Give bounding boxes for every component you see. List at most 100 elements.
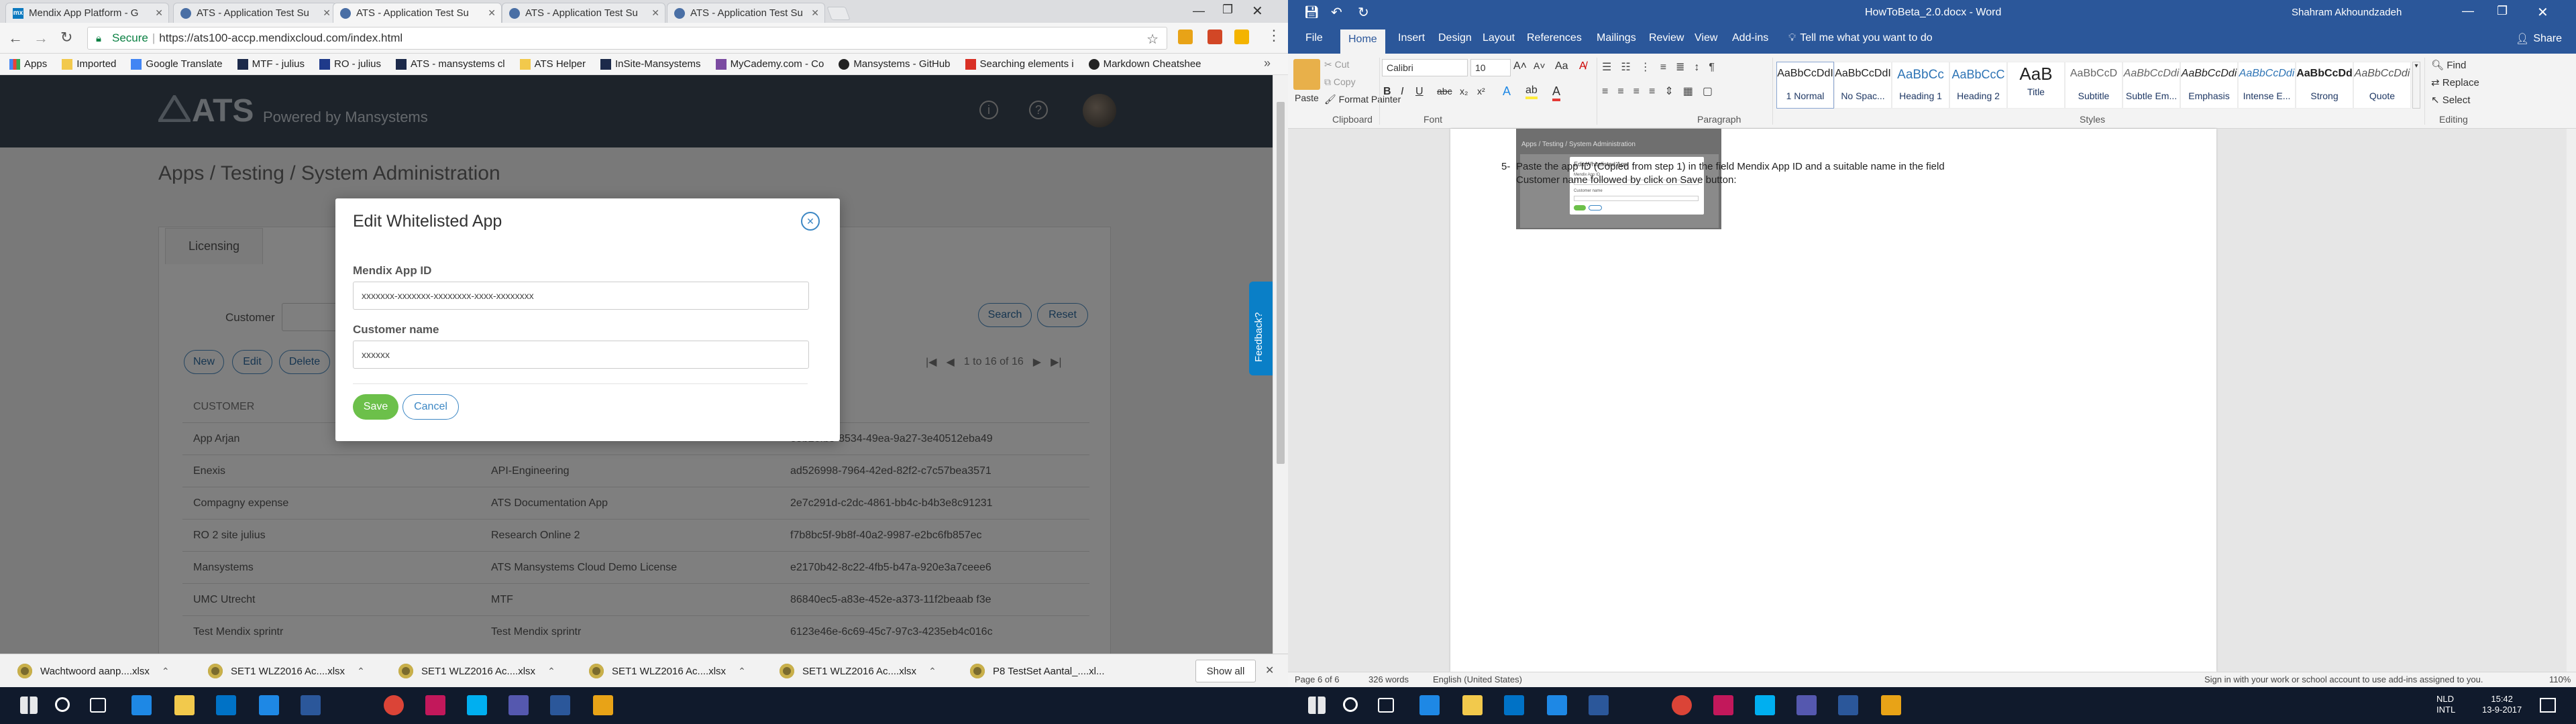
tab-close-icon[interactable]: ✕: [811, 7, 819, 19]
tab-close-icon[interactable]: ✕: [651, 7, 659, 19]
font-name-select[interactable]: Calibri: [1382, 59, 1468, 76]
scrollbar-thumb[interactable]: [1277, 102, 1285, 464]
strikethrough-icon[interactable]: abc: [1437, 86, 1452, 97]
word-icon[interactable]: [301, 695, 321, 715]
word-icon[interactable]: [1589, 695, 1609, 715]
paste-button[interactable]: Paste: [1295, 93, 1319, 103]
tab-add-ins[interactable]: Add-ins: [1732, 32, 1768, 44]
style-heading-2[interactable]: AaBbCcC Heading 2: [1949, 62, 2007, 109]
clock[interactable]: 15:42 13-9-2017: [2482, 694, 2522, 715]
restore-button[interactable]: ❐: [2497, 4, 2508, 18]
teams-icon[interactable]: [1796, 695, 1817, 715]
zoom-level[interactable]: 110%: [2549, 674, 2571, 684]
style-subtle-emphasis[interactable]: AaBbCcDdi Subtle Em...: [2123, 62, 2180, 109]
alignment-controls[interactable]: ≡≡≡≡⇕▦▢: [1602, 84, 1722, 98]
file-explorer-icon[interactable]: [174, 695, 195, 715]
edge-icon[interactable]: [131, 695, 152, 715]
style-title[interactable]: AaB Title: [2007, 62, 2065, 109]
bookmark-folder[interactable]: Imported: [62, 58, 116, 70]
shrink-font-icon[interactable]: A˅: [1534, 60, 1546, 71]
styles-more-icon[interactable]: ▾: [2412, 62, 2420, 109]
notifications-icon[interactable]: [2540, 698, 2556, 713]
share-button[interactable]: 👤︎ Share: [2516, 32, 2562, 46]
tab-design[interactable]: Design: [1438, 32, 1472, 44]
bold-icon[interactable]: B: [1383, 86, 1391, 98]
bookmark[interactable]: Google Translate: [131, 58, 223, 70]
restore-button[interactable]: ❐: [1222, 3, 1233, 17]
task-view-icon[interactable]: [90, 698, 106, 713]
app-id-input[interactable]: xxxxxxx-xxxxxxx-xxxxxxxx-xxxx-xxxxxxxx: [353, 282, 809, 310]
file-explorer-icon[interactable]: [1462, 695, 1483, 715]
bookmark[interactable]: Markdown Cheatshee: [1088, 58, 1201, 70]
tab-file[interactable]: File: [1305, 32, 1323, 44]
star-icon[interactable]: ☆: [1146, 31, 1159, 48]
language[interactable]: English (United States): [1433, 674, 1522, 684]
chevron-up-icon[interactable]: ⌃: [547, 666, 555, 677]
app-icon[interactable]: [425, 695, 445, 715]
chrome-icon[interactable]: [384, 695, 404, 715]
bookmarks-overflow-icon[interactable]: »: [1264, 56, 1271, 70]
font-size-select[interactable]: 10: [1470, 59, 1511, 76]
document-scrollbar[interactable]: [2567, 129, 2576, 672]
tab-view[interactable]: View: [1695, 32, 1717, 44]
page-count[interactable]: Page 6 of 6: [1295, 674, 1340, 684]
windows-start-icon[interactable]: [1308, 697, 1326, 714]
edge-icon[interactable]: [1419, 695, 1440, 715]
style-intense-emphasis[interactable]: AaBbCcDdi Intense E...: [2238, 62, 2296, 109]
close-downloads-icon[interactable]: ✕: [1265, 664, 1274, 677]
grow-font-icon[interactable]: A˄: [1513, 60, 1527, 72]
tab-references[interactable]: References: [1527, 32, 1582, 44]
tell-me-box[interactable]: 💡︎ Tell me what you want to do: [1788, 32, 1933, 44]
document-page[interactable]: Apps / Testing / System Administration E…: [1450, 129, 2216, 672]
download-item[interactable]: SET1 WLZ2016 Ac....xlsx ⌃: [398, 662, 555, 680]
superscript-icon[interactable]: x²: [1477, 86, 1485, 97]
tab-review[interactable]: Review: [1649, 32, 1684, 44]
close-dialog-icon[interactable]: ✕: [801, 212, 820, 231]
tab-insert[interactable]: Insert: [1398, 32, 1425, 44]
tab-layout[interactable]: Layout: [1483, 32, 1515, 44]
subscript-icon[interactable]: x₂: [1460, 86, 1468, 97]
download-item[interactable]: P8 TestSet Aantal_....xl...: [970, 662, 1105, 680]
style-subtitle[interactable]: AaBbCcD Subtitle: [2065, 62, 2123, 109]
browser-tab[interactable]: mx Mendix App Platform - G ✕: [5, 3, 169, 23]
show-all-downloads-button[interactable]: Show all: [1195, 660, 1256, 682]
edge-icon[interactable]: [1547, 695, 1567, 715]
download-item[interactable]: Wachtwoord aanp....xlsx ⌃: [17, 662, 170, 680]
copy-button[interactable]: ⧉ Copy: [1324, 76, 1356, 88]
customer-name-input[interactable]: xxxxxx: [353, 341, 809, 369]
italic-icon[interactable]: I: [1401, 86, 1403, 98]
bookmark-apps[interactable]: Apps: [9, 58, 47, 70]
bookmark[interactable]: MyCademy.com - Co: [715, 58, 824, 70]
search-icon[interactable]: [1343, 697, 1358, 712]
cancel-button[interactable]: Cancel: [402, 394, 459, 420]
download-item[interactable]: SET1 WLZ2016 Ac....xlsx ⌃: [780, 662, 936, 680]
download-item[interactable]: SET1 WLZ2016 Ac....xlsx ⌃: [208, 662, 365, 680]
tab-mailings[interactable]: Mailings: [1597, 32, 1636, 44]
cut-button[interactable]: ✂︎ Cut: [1324, 59, 1349, 70]
browser-tab[interactable]: ATS - Application Test Su ✕: [667, 3, 825, 23]
close-window-button[interactable]: ✕: [1252, 3, 1263, 19]
reload-icon[interactable]: ↻: [60, 29, 72, 46]
feedback-tab[interactable]: Feedback?: [1249, 282, 1273, 375]
tab-close-icon[interactable]: ✕: [488, 7, 496, 19]
edge-icon[interactable]: [259, 695, 279, 715]
font-color-icon[interactable]: A: [1552, 84, 1561, 101]
highlight-icon[interactable]: ab: [1525, 84, 1538, 99]
bookmark[interactable]: ATS - mansystems cl: [396, 58, 505, 70]
outlook-icon[interactable]: [1504, 695, 1524, 715]
chevron-up-icon[interactable]: ⌃: [928, 666, 936, 677]
chevron-up-icon[interactable]: ⌃: [357, 666, 365, 677]
style-quote[interactable]: AaBbCcDdi Quote: [2353, 62, 2411, 109]
change-case-icon[interactable]: Aa: [1555, 60, 1568, 72]
search-icon[interactable]: [55, 697, 70, 712]
back-icon[interactable]: ←: [8, 29, 23, 47]
select-button[interactable]: ↖ Select: [2431, 94, 2470, 106]
word-icon[interactable]: [1838, 695, 1858, 715]
list-controls[interactable]: ☰☷⋮≡≣↕¶: [1602, 60, 1724, 74]
redo-icon[interactable]: ↻: [1358, 4, 1369, 21]
extension-icon[interactable]: [1234, 29, 1249, 44]
replace-button[interactable]: ⇄ Replace: [2431, 76, 2479, 88]
save-icon[interactable]: 💾︎: [1304, 5, 1320, 19]
extension-icon[interactable]: [1208, 29, 1222, 44]
style-emphasis[interactable]: AaBbCcDdi Emphasis: [2180, 62, 2238, 109]
